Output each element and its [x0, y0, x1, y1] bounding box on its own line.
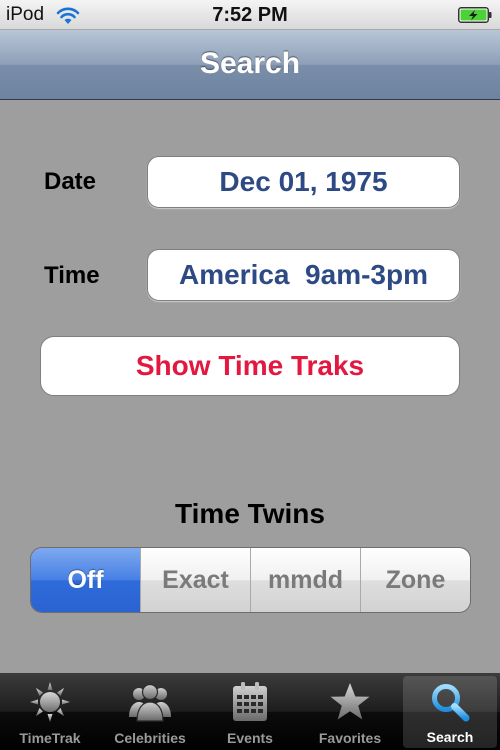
- calendar-icon: [233, 682, 267, 721]
- time-zone-picker-field[interactable]: America 9am-3pm: [147, 249, 460, 301]
- tab-search[interactable]: Search: [403, 676, 497, 748]
- status-bar: iPod 7:52 PM: [0, 0, 500, 30]
- tab-favorites[interactable]: Favorites: [300, 673, 400, 750]
- status-time: 7:52 PM: [212, 4, 288, 26]
- magnifier-icon: [432, 684, 470, 722]
- tab-label-events: Events: [227, 730, 273, 746]
- tab-label-search: Search: [426, 729, 474, 745]
- tab-events[interactable]: Events: [200, 673, 300, 750]
- tab-bar: TimeTrak Celebrities Events Favorites Se…: [0, 673, 500, 750]
- time-label: Time: [44, 262, 100, 289]
- tab-timetrak[interactable]: TimeTrak: [0, 673, 100, 750]
- sun-icon: [30, 682, 70, 722]
- time-twins-segmented-control: Off Exact mmdd Zone: [30, 547, 471, 613]
- tab-celebrities[interactable]: Celebrities: [100, 673, 200, 750]
- segment-exact[interactable]: Exact: [140, 548, 250, 612]
- star-icon: [330, 683, 370, 720]
- date-picker-field[interactable]: Dec 01, 1975: [147, 156, 460, 208]
- tab-label-celebrities: Celebrities: [114, 730, 186, 746]
- segment-zone[interactable]: Zone: [360, 548, 470, 612]
- navigation-bar: Search: [0, 30, 500, 100]
- segment-off[interactable]: Off: [31, 548, 140, 612]
- people-icon: [129, 683, 171, 722]
- tab-label-timetrak: TimeTrak: [19, 730, 81, 746]
- time-twins-heading: Time Twins: [175, 498, 325, 529]
- show-time-traks-button[interactable]: Show Time Traks: [40, 336, 460, 396]
- tab-label-favorites: Favorites: [318, 730, 382, 746]
- date-label: Date: [44, 168, 97, 195]
- battery-charging-icon: [458, 7, 492, 23]
- segment-mmdd[interactable]: mmdd: [250, 548, 360, 612]
- page-title: Search: [199, 47, 301, 80]
